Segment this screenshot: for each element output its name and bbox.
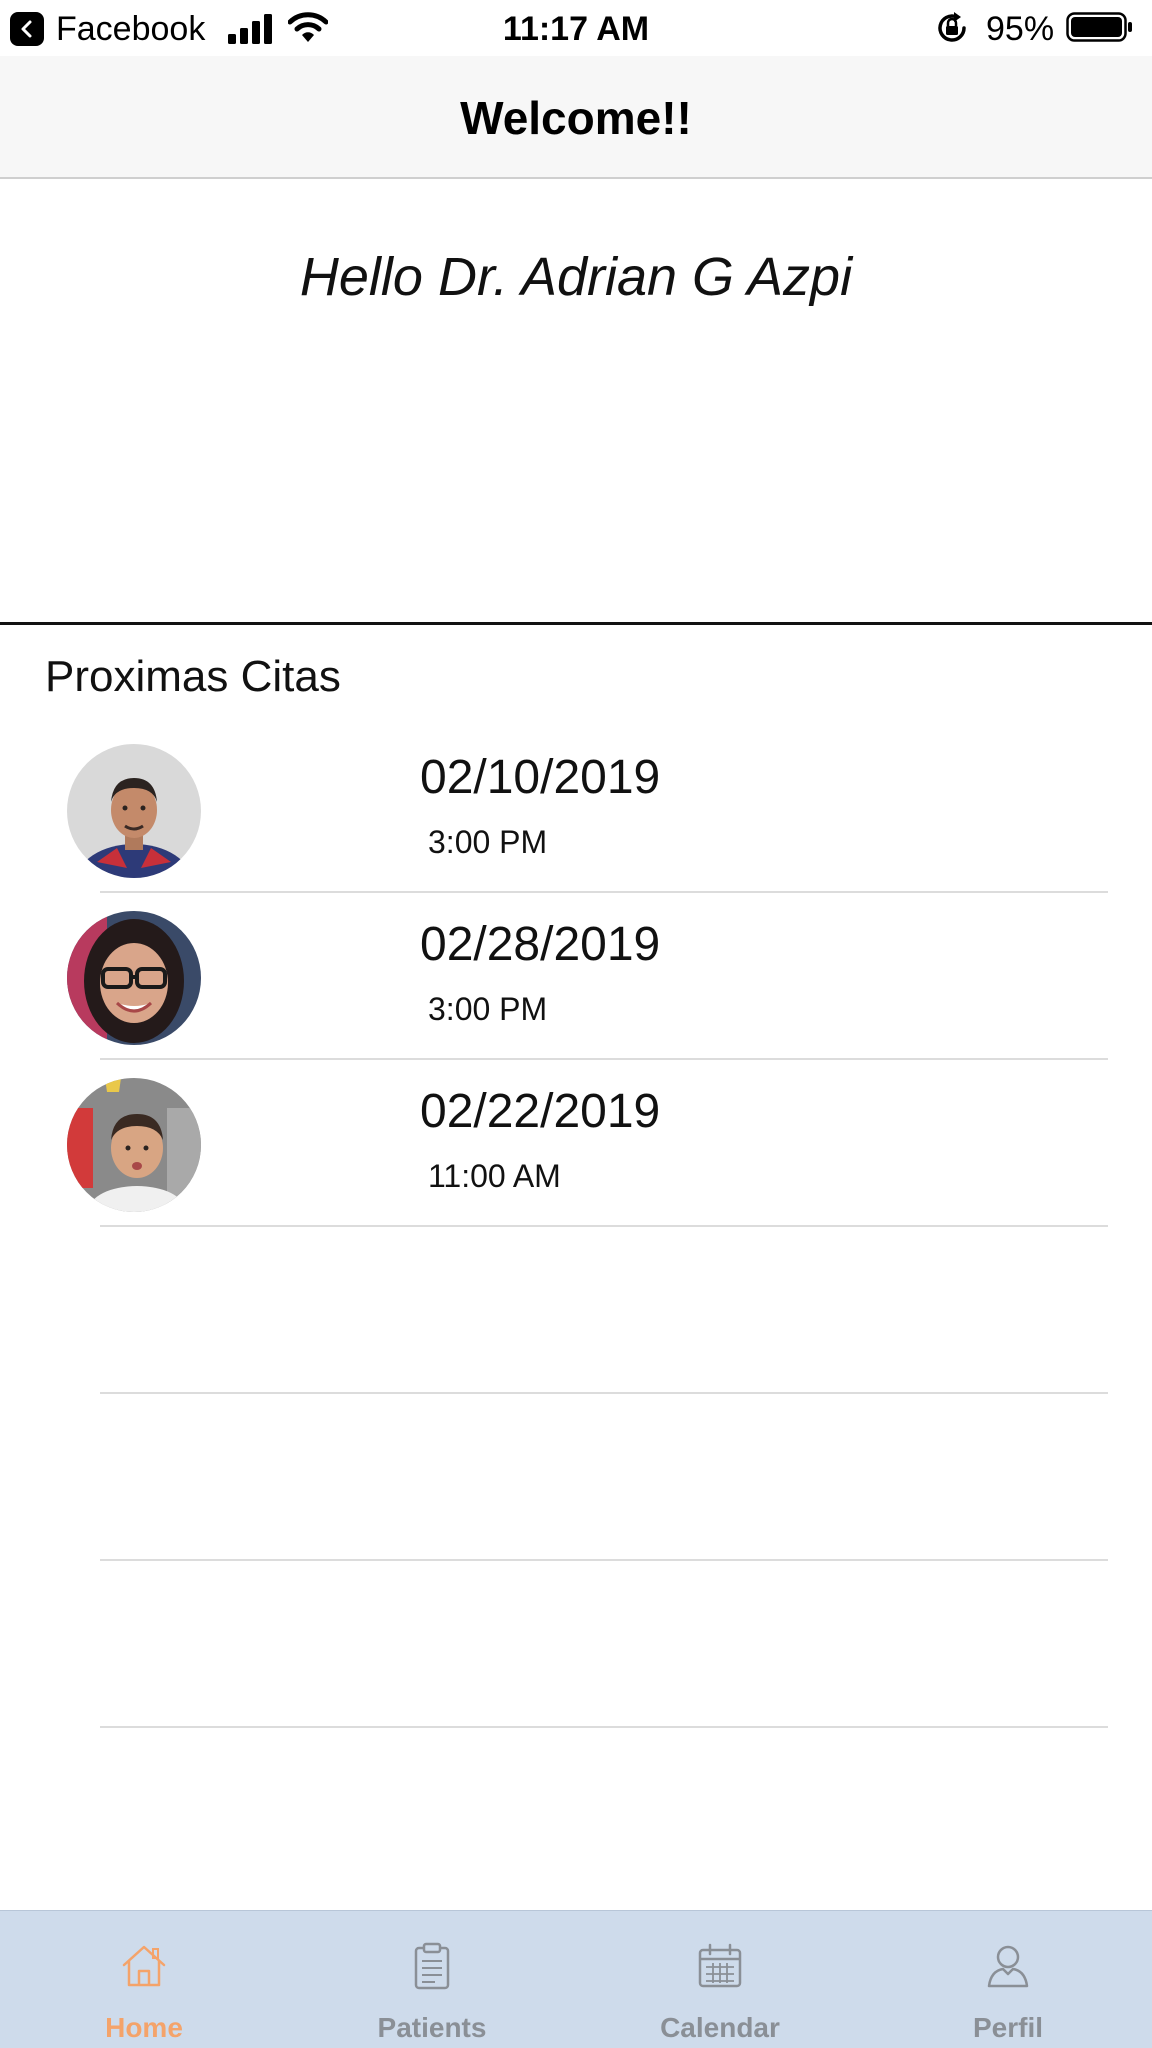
appointment-time: 3:00 PM: [428, 824, 548, 860]
section-divider: [0, 622, 1152, 625]
tab-label: Home: [105, 2012, 183, 2043]
appointment-time: 11:00 AM: [428, 1158, 561, 1194]
appointment-list: 02/10/2019 3:00 PM 02/28/2019 3:00 PM 02…: [0, 726, 1152, 1728]
tab-label: Patients: [377, 2012, 487, 2043]
patient-avatar: [67, 911, 201, 1045]
doctor-greeting: Hello Dr. Adrian G Azpi: [299, 247, 853, 307]
home-icon: [122, 1945, 166, 1987]
tab-bar: Home Patients Calendar Perfil: [0, 1910, 1152, 2048]
appointment-row[interactable]: 02/22/2019 11:00 AM: [0, 1060, 1152, 1227]
empty-list-row: [0, 1227, 1152, 1394]
empty-list-row: [0, 1394, 1152, 1561]
app-screen: Facebook 11:17 AM 95% Welcome!! Hello Dr…: [0, 0, 1152, 2048]
calendar-icon: [698, 1943, 742, 1988]
upcoming-appointments-title: Proximas Citas: [45, 652, 341, 701]
tab-perfil[interactable]: Perfil: [864, 1911, 1152, 2048]
person-icon: [987, 1945, 1029, 1988]
tab-patients[interactable]: Patients: [288, 1911, 576, 2048]
patient-avatar: [67, 1078, 201, 1212]
row-divider: [100, 1726, 1108, 1728]
appointment-row[interactable]: 02/10/2019 3:00 PM: [0, 726, 1152, 893]
page-title: Welcome!!: [460, 92, 692, 144]
battery-percentage: 95%: [986, 10, 1055, 48]
tab-label: Calendar: [660, 2012, 780, 2043]
appointment-date: 02/28/2019: [420, 918, 661, 971]
appointment-time: 3:00 PM: [428, 991, 548, 1027]
battery-icon: [1066, 12, 1132, 42]
navigation-bar: Welcome!!: [0, 56, 1152, 179]
empty-list-row: [0, 1561, 1152, 1728]
appointment-row[interactable]: 02/28/2019 3:00 PM: [0, 893, 1152, 1060]
patient-avatar: [67, 744, 201, 878]
rotation-lock-icon: [938, 12, 966, 42]
status-bar: Facebook 11:17 AM 95%: [0, 0, 1152, 56]
tab-home[interactable]: Home: [0, 1911, 288, 2048]
tab-label: Perfil: [972, 2012, 1044, 2043]
appointment-date: 02/22/2019: [420, 1085, 661, 1138]
status-time: 11:17 AM: [502, 10, 650, 48]
clipboard-icon: [414, 1942, 450, 1990]
tab-calendar[interactable]: Calendar: [576, 1911, 864, 2048]
appointment-date: 02/10/2019: [420, 751, 661, 804]
